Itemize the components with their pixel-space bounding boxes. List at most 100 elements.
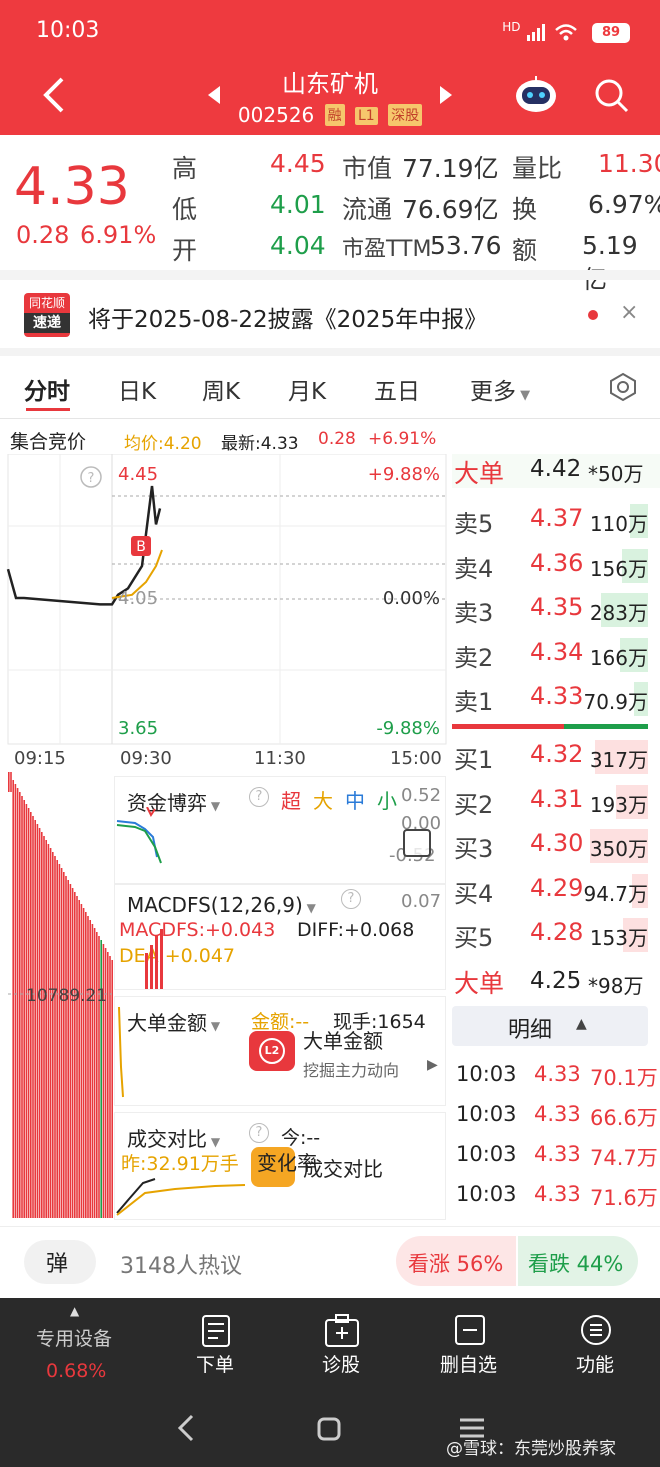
volume-bar (43, 836, 45, 1218)
buy-level-volume: 153万 (589, 926, 648, 950)
buy-level-volume: 317万 (589, 748, 648, 772)
help-icon[interactable]: ? (249, 787, 269, 807)
series-large: 大 (313, 789, 333, 813)
nav-function-label[interactable]: 功能 (576, 1350, 614, 1377)
time-tick: 15:00 (390, 748, 442, 769)
android-back-icon[interactable] (176, 1414, 196, 1442)
tab-monthly-k[interactable]: 月K (288, 372, 326, 406)
chevron-down-icon: ▼ (207, 799, 221, 813)
sell-row[interactable]: 卖2 4.34 166万 (452, 632, 660, 676)
tick-price: 4.33 (534, 1102, 581, 1126)
capital-panel[interactable]: 资金博弈 ▼ ? 超 大 中 小 0.52 0.00 -0.52 (114, 776, 446, 884)
current-price: 4.33 (14, 157, 130, 217)
volume-compare-panel[interactable]: 成交对比 ▼ ? 今:-- 昨:32.91万手 变化率 成交对比 (114, 1112, 446, 1220)
buy-level-price: 4.29 (530, 873, 584, 902)
nav-diagnose-label[interactable]: 诊股 (322, 1350, 360, 1377)
today-volume: 今:-- (281, 1127, 321, 1149)
detail-toggle[interactable]: 明细 ▲ (452, 1006, 648, 1046)
compare-label: 成交对比 ▼ (127, 1123, 220, 1152)
tab-intraday[interactable]: 分时 (24, 372, 70, 406)
news-badge: 同花顺 速递 (24, 293, 70, 337)
volume-bar (19, 792, 21, 1218)
volume-bar (12, 780, 14, 1218)
notice-text[interactable]: 将于2025-08-22披露《2025年中报》 (88, 300, 487, 334)
nav-remove-label[interactable]: 删自选 (440, 1350, 497, 1377)
capital-lines (116, 807, 162, 864)
tab-five-day[interactable]: 五日 (374, 372, 420, 406)
help-icon[interactable]: ? (249, 1123, 269, 1143)
ratio-bar-sell (452, 724, 564, 729)
tick-vol: 66.6万 (590, 1106, 658, 1130)
android-home-icon[interactable] (316, 1416, 342, 1442)
function-icon[interactable] (580, 1314, 612, 1346)
robot-assistant-icon[interactable] (514, 74, 558, 114)
buy-row[interactable]: 买5 4.28 153万 (452, 912, 660, 956)
tab-daily-k[interactable]: 日K (118, 372, 156, 406)
latest-price: 最新:4.33 (221, 434, 299, 454)
market-tag: 深股 (388, 104, 423, 126)
mktcap-value: 77.19亿 (402, 154, 499, 183)
help-icon[interactable]: ? (341, 889, 361, 909)
big-order-ask-row[interactable]: 大单 4.42 *50万 (452, 454, 660, 488)
sell-row[interactable]: 卖1 4.33 70.9万 (452, 676, 660, 720)
volume-bar (87, 916, 89, 1218)
sell-level-volume: 283万 (589, 601, 648, 625)
chevron-down-icon: ▼ (207, 1135, 221, 1149)
chevron-right-icon[interactable]: ▶ (427, 1057, 438, 1073)
tick-price: 4.33 (534, 1062, 581, 1086)
volume-bar (82, 908, 85, 1218)
volume-bar (89, 920, 91, 1218)
big-order-bid-row[interactable]: 大单 4.25 *98万 (452, 964, 660, 998)
volume-bar (60, 868, 63, 1218)
buy-row[interactable]: 买2 4.31 193万 (452, 779, 660, 823)
diagnose-icon[interactable] (324, 1314, 360, 1348)
tab-more[interactable]: 更多 ▼ (470, 372, 530, 406)
macd-bars (145, 929, 163, 989)
compare-lines (116, 1178, 246, 1216)
big-order-panel[interactable]: 大单金额 ▼ 金额:-- 现手:1654 L2 大单金额 挖掘主力动向 ▶ (114, 996, 446, 1106)
macd-axis-top: 0.07 (401, 891, 442, 912)
buy-level-volume: 94.7万 (583, 881, 648, 906)
chevron-up-icon: ▲ (70, 1304, 80, 1318)
sell-level-label: 卖1 (454, 688, 494, 716)
buy-row[interactable]: 买3 4.30 350万 (452, 823, 660, 867)
fullscreen-icon[interactable] (403, 829, 431, 857)
prev-stock-icon[interactable] (206, 84, 222, 106)
sell-row[interactable]: 卖5 4.37 110万 (452, 498, 660, 542)
chevron-down-icon: ▼ (207, 1019, 221, 1033)
price-axis-mid: 4.05 (118, 588, 158, 609)
volume-bar (80, 904, 83, 1218)
search-icon[interactable] (594, 78, 630, 114)
macd-panel[interactable]: MACDFS(12,26,9) ▼ ? 0.07 MACDFS:+0.043 D… (114, 884, 446, 990)
buy-row[interactable]: 买4 4.29 94.7万 (452, 868, 660, 912)
remove-watchlist-icon[interactable] (454, 1314, 486, 1346)
settings-icon[interactable] (608, 372, 638, 402)
buy-row[interactable]: 买1 4.32 317万 (452, 734, 660, 778)
sell-row[interactable]: 卖4 4.36 156万 (452, 543, 660, 587)
big-order-bid-price: 4.25 (530, 968, 582, 994)
sell-level-label: 卖3 (454, 599, 494, 627)
float-value: 76.69亿 (402, 195, 499, 224)
bullish-button[interactable]: 看涨 56% (396, 1236, 516, 1286)
volratio-value: 11.30 (598, 149, 660, 178)
nav-sector-label[interactable]: 专用设备 (36, 1324, 112, 1351)
danmaku-button[interactable]: 弹 (24, 1240, 96, 1284)
next-stock-icon[interactable] (438, 84, 454, 106)
hot-discussion-count[interactable]: 3148人热议 (120, 1248, 242, 1280)
intraday-chart[interactable]: ? B 4.45 4.05 3.65 +9.88% 0.00% -9.88% (0, 454, 450, 746)
stock-code: 002526 (237, 103, 315, 127)
bearish-button[interactable]: 看跌 44% (518, 1236, 638, 1286)
pe-label: 市盈TTM (342, 237, 432, 262)
sell-level-label: 卖4 (454, 554, 494, 583)
close-icon[interactable]: × (620, 300, 638, 325)
order-icon[interactable] (200, 1314, 232, 1348)
tick-price: 4.33 (534, 1182, 581, 1206)
quote-panel: 4.33 0.28 6.91% 高 4.45 低 4.01 开 4.04 市值 … (0, 135, 660, 294)
volume-bar (25, 804, 28, 1218)
sell-row[interactable]: 卖3 4.35 283万 (452, 587, 660, 631)
sell-level-label: 卖5 (454, 510, 494, 538)
volume-bar (52, 852, 54, 1218)
volume-bar (34, 820, 36, 1218)
tab-weekly-k[interactable]: 周K (202, 372, 240, 406)
nav-order-label[interactable]: 下单 (196, 1350, 234, 1377)
